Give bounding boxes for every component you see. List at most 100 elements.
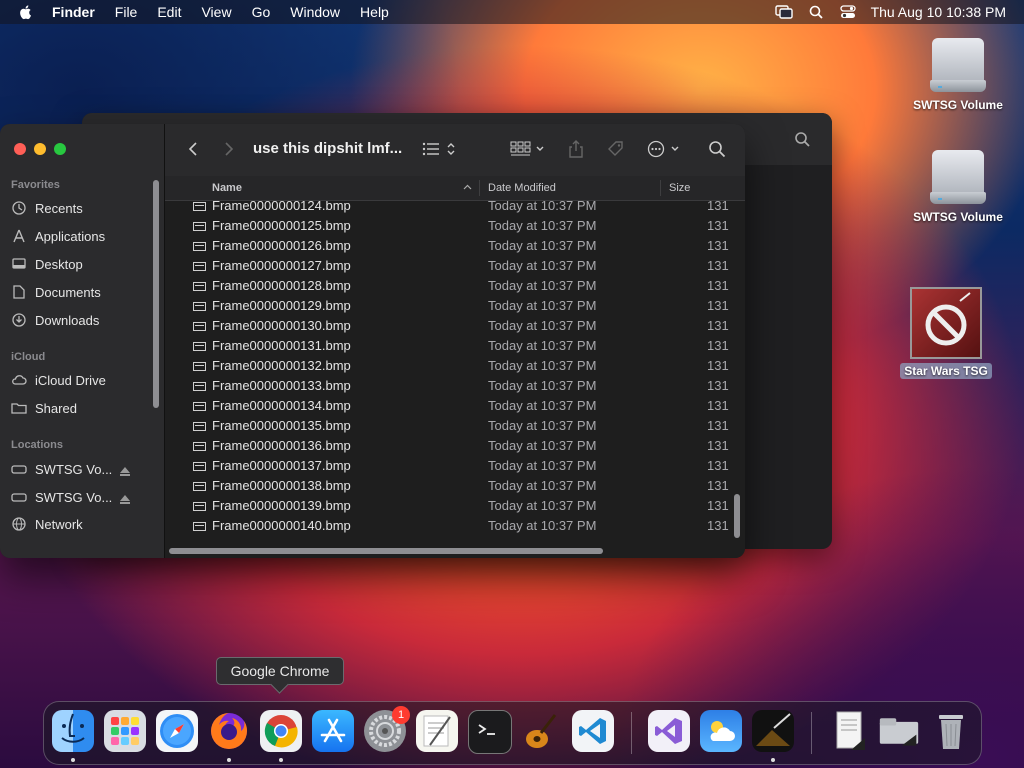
dock-safari[interactable] [156,710,198,752]
sidebar-item-label: Network [35,516,83,532]
dock-finder[interactable] [52,710,94,752]
sidebar-item-swtsg-volume-2[interactable]: SWTSG Vo... [11,486,131,508]
search-button[interactable] [707,138,727,160]
dock-google-chrome[interactable] [260,710,302,752]
file-date: Today at 10:37 PM [488,438,597,453]
zoom-button[interactable] [54,143,66,155]
table-row[interactable]: Frame0000000126.bmp Today at 10:37 PM 131 [165,236,730,256]
vertical-scrollbar[interactable] [734,494,740,538]
table-row[interactable]: Frame0000000129.bmp Today at 10:37 PM 131 [165,296,730,316]
app-store-icon [320,718,346,743]
dock-recent-document[interactable] [828,710,870,752]
sidebar-item-shared[interactable]: Shared [11,397,77,419]
minimize-button[interactable] [34,143,46,155]
view-options-button[interactable] [421,138,459,160]
dock-garageband[interactable] [520,710,562,752]
dock-firefox[interactable] [208,710,250,752]
sidebar-item-downloads[interactable]: Downloads [11,309,99,331]
sidebar-item-swtsg-volume-1[interactable]: SWTSG Vo... [11,458,131,480]
table-row[interactable]: Frame0000000139.bmp Today at 10:37 PM 131 [165,496,730,516]
table-row[interactable]: Frame0000000131.bmp Today at 10:37 PM 131 [165,336,730,356]
spotlight-search-icon[interactable] [807,4,825,20]
search-icon[interactable] [794,131,810,147]
sidebar-scrollbar[interactable] [153,180,159,408]
tags-button[interactable] [605,138,627,160]
table-row[interactable]: Frame0000000134.bmp Today at 10:37 PM 131 [165,396,730,416]
forward-button[interactable] [221,138,237,160]
table-row[interactable]: Frame0000000128.bmp Today at 10:37 PM 131 [165,276,730,296]
eject-icon[interactable] [120,464,131,479]
table-row[interactable]: Frame0000000125.bmp Today at 10:37 PM 131 [165,216,730,236]
share-button[interactable] [567,138,585,160]
table-row[interactable]: Frame0000000136.bmp Today at 10:37 PM 131 [165,436,730,456]
dock-vscode[interactable] [572,710,614,752]
menu-help[interactable]: Help [360,4,389,20]
file-date: Today at 10:37 PM [488,398,597,413]
dock-weather[interactable] [700,710,742,752]
close-button[interactable] [14,143,26,155]
back-button[interactable] [185,138,201,160]
desktop-drive-2[interactable]: SWTSG Volume [903,146,1013,224]
control-center-icon[interactable] [839,4,857,20]
share-icon [569,140,583,158]
table-row[interactable]: Frame0000000127.bmp Today at 10:37 PM 131 [165,256,730,276]
dock-system-settings[interactable]: 1 [364,706,410,752]
menu-bar-clock[interactable]: Thu Aug 10 10:38 PM [871,4,1006,20]
sidebar-item-applications[interactable]: Applications [11,225,105,247]
column-name[interactable]: Name [212,182,242,194]
table-row[interactable]: Frame0000000132.bmp Today at 10:37 PM 131 [165,356,730,376]
dock-terminal[interactable] [468,710,512,754]
file-date: Today at 10:37 PM [488,278,597,293]
dock-star-wars-tsg[interactable] [752,710,794,752]
sidebar-item-documents[interactable]: Documents [11,281,101,303]
sidebar-section-locations: Locations [11,439,63,451]
sidebar-item-desktop[interactable]: Desktop [11,253,83,275]
sort-ascending-icon [463,184,472,190]
menu-window[interactable]: Window [290,4,340,20]
column-date-modified[interactable]: Date Modified [488,182,556,194]
bmp-file-icon [193,302,206,311]
dock-app-store[interactable] [312,710,354,752]
table-row[interactable]: Frame0000000133.bmp Today at 10:37 PM 131 [165,376,730,396]
action-menu-button[interactable] [647,138,683,160]
dock-textedit[interactable] [416,710,458,752]
dock: 1 [43,701,982,765]
desktop-drive-1[interactable]: SWTSG Volume [903,34,1013,112]
file-size: 131 [707,438,729,453]
star-wars-tsg-icon [756,713,791,746]
sidebar-item-network[interactable]: Network [11,513,83,535]
sidebar-item-icloud-drive[interactable]: iCloud Drive [11,369,106,391]
file-name: Frame0000000140.bmp [212,518,351,533]
table-row[interactable]: Frame0000000138.bmp Today at 10:37 PM 131 [165,476,730,496]
apple-menu-icon[interactable] [18,4,34,20]
dock-launchpad[interactable] [104,710,146,752]
table-row[interactable]: Frame0000000140.bmp Today at 10:37 PM 131 [165,516,730,536]
file-name: Frame0000000139.bmp [212,498,351,513]
dock-trash[interactable] [930,710,972,752]
dock-downloads-stack[interactable] [878,710,920,752]
file-name: Frame0000000132.bmp [212,358,351,373]
menu-app-finder[interactable]: Finder [52,4,95,20]
desktop-app-star-wars-tsg[interactable]: Star Wars TSG [891,287,1001,379]
sidebar-item-recents[interactable]: Recents [11,197,83,219]
dock-visual-studio[interactable] [648,710,690,752]
sidebar-item-label: iCloud Drive [35,372,106,388]
finder-window[interactable]: Favorites Recents Applications Desktop D… [0,124,745,558]
eject-icon[interactable] [120,492,131,507]
menu-file[interactable]: File [115,4,138,20]
desktop-icon-label: SWTSG Volume [913,98,1003,112]
table-row[interactable]: Frame0000000124.bmp Today at 10:37 PM 131 [165,201,730,216]
bmp-file-icon [193,482,206,491]
screen-mirroring-icon[interactable] [774,4,793,20]
column-size[interactable]: Size [669,182,690,194]
group-button[interactable] [510,138,546,160]
running-indicator [227,758,231,762]
table-row[interactable]: Frame0000000137.bmp Today at 10:37 PM 131 [165,456,730,476]
running-indicator [279,758,283,762]
table-row[interactable]: Frame0000000130.bmp Today at 10:37 PM 131 [165,316,730,336]
table-row[interactable]: Frame0000000135.bmp Today at 10:37 PM 131 [165,416,730,436]
menu-go[interactable]: Go [252,4,271,20]
menu-view[interactable]: View [201,4,231,20]
menu-edit[interactable]: Edit [157,4,181,20]
horizontal-scrollbar[interactable] [169,548,603,554]
